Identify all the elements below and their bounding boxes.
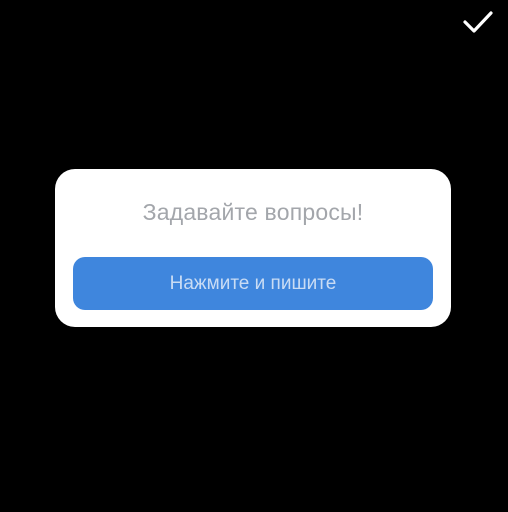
question-sticker-title: Задавайте вопросы!: [142, 199, 364, 225]
ask-question-button[interactable]: Нажмите и пишите: [73, 257, 433, 310]
question-sticker[interactable]: Задавайте вопросы! Нажмите и пишите: [55, 169, 451, 327]
story-editor-screen: Задавайте вопросы! Нажмите и пишите: [0, 0, 508, 512]
done-button[interactable]: [460, 6, 496, 38]
checkmark-icon: [462, 9, 494, 35]
